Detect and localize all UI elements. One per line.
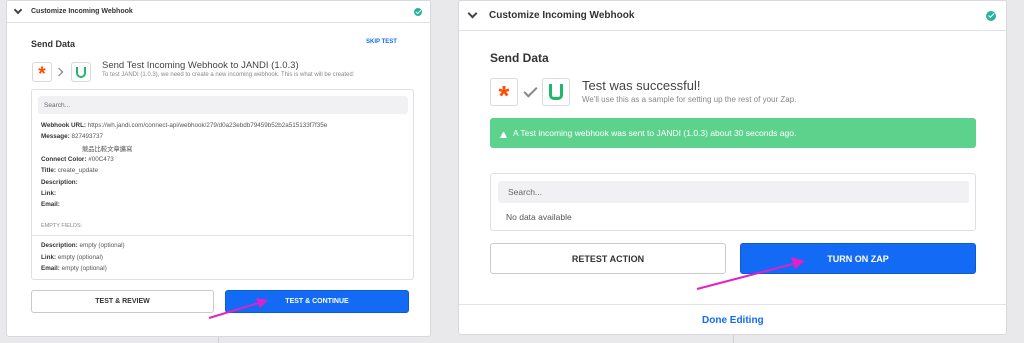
customize-webhook-panel-before: Customize Incoming Webhook Send Data SKI… — [6, 0, 431, 337]
success-description: We'll use this as a sample for setting u… — [582, 95, 797, 104]
field-message: Message: 827493737 — [41, 133, 103, 140]
skip-test-link[interactable]: SKIP TEST — [366, 39, 397, 45]
jandi-j-icon — [549, 84, 563, 100]
flow-connector-right — [733, 335, 734, 343]
search-input[interactable]: Search... — [38, 96, 408, 114]
panel-header[interactable]: Customize Incoming Webhook — [7, 1, 430, 23]
zapier-asterisk-icon: * — [38, 64, 46, 85]
step-title: Send Test Incoming Webhook to JANDI (1.0… — [102, 60, 299, 71]
section-title: Send Data — [490, 51, 549, 65]
chevron-right-icon — [54, 67, 64, 77]
search-input[interactable]: Search... — [498, 181, 969, 203]
panel-header-title: Customize Incoming Webhook — [489, 10, 635, 21]
success-banner: A Test incoming webhook was sent to JAND… — [490, 118, 976, 148]
zapier-app-icon: * — [32, 62, 52, 85]
step-description: To test JANDI (1.0.3), we need to create… — [102, 72, 355, 78]
zapier-app-icon: * — [490, 78, 518, 110]
search-placeholder: Search... — [44, 101, 71, 109]
retest-action-button[interactable]: RETEST ACTION — [490, 243, 726, 274]
search-placeholder: Search... — [508, 187, 543, 197]
empty-field-email: Email: empty (optional) — [41, 265, 107, 272]
field-message-line2: 競品比較文章擴寫 — [82, 146, 133, 153]
test-and-review-button[interactable]: TEST & REVIEW — [31, 290, 214, 313]
divider — [32, 235, 413, 236]
flask-icon — [500, 129, 507, 138]
field-email: Email: — [41, 201, 60, 208]
empty-fields-label: EMPTY FIELDS: — [41, 223, 83, 229]
checkmark-icon — [523, 83, 538, 98]
check-circle-icon — [414, 7, 422, 16]
panel-header-title: Customize Incoming Webhook — [31, 8, 133, 15]
field-link: Link: — [41, 190, 57, 197]
flow-connector-left — [218, 337, 219, 343]
data-preview-box[interactable]: Search... No data available — [490, 173, 976, 231]
jandi-app-icon — [542, 78, 570, 106]
success-banner-text: A Test incoming webhook was sent to JAND… — [513, 128, 797, 138]
customize-webhook-panel-after: Customize Incoming Webhook Send Data * T… — [458, 0, 1007, 335]
chevron-down-icon[interactable] — [467, 8, 478, 19]
empty-field-description: Description: empty (optional) — [41, 242, 125, 249]
jandi-app-icon — [71, 62, 91, 82]
test-and-continue-button[interactable]: TEST & CONTINUE — [225, 290, 409, 313]
jandi-j-icon — [76, 66, 86, 78]
no-data-message: No data available — [506, 212, 572, 222]
field-webhook-url: Webhook URL: https://wh.jandi.com/connec… — [41, 122, 328, 129]
success-title: Test was successful! — [582, 78, 701, 93]
chevron-down-icon[interactable] — [13, 5, 23, 15]
field-connect-color: Connect Color: #00C473 — [41, 156, 114, 163]
zapier-asterisk-icon: * — [498, 80, 510, 111]
empty-field-link: Link: empty (optional) — [41, 254, 103, 261]
section-title: Send Data — [31, 39, 76, 49]
panel-header[interactable]: Customize Incoming Webhook — [459, 1, 1006, 31]
field-title: Title: create_update — [41, 167, 98, 174]
turn-on-zap-button[interactable]: TURN ON ZAP — [740, 243, 976, 274]
field-description: Description: — [41, 179, 78, 186]
check-circle-icon — [986, 10, 996, 21]
data-preview-box[interactable]: Search... Webhook URL: https://wh.jandi.… — [31, 89, 414, 280]
done-editing-link[interactable]: Done Editing — [702, 315, 764, 326]
footer-divider — [459, 304, 1006, 305]
